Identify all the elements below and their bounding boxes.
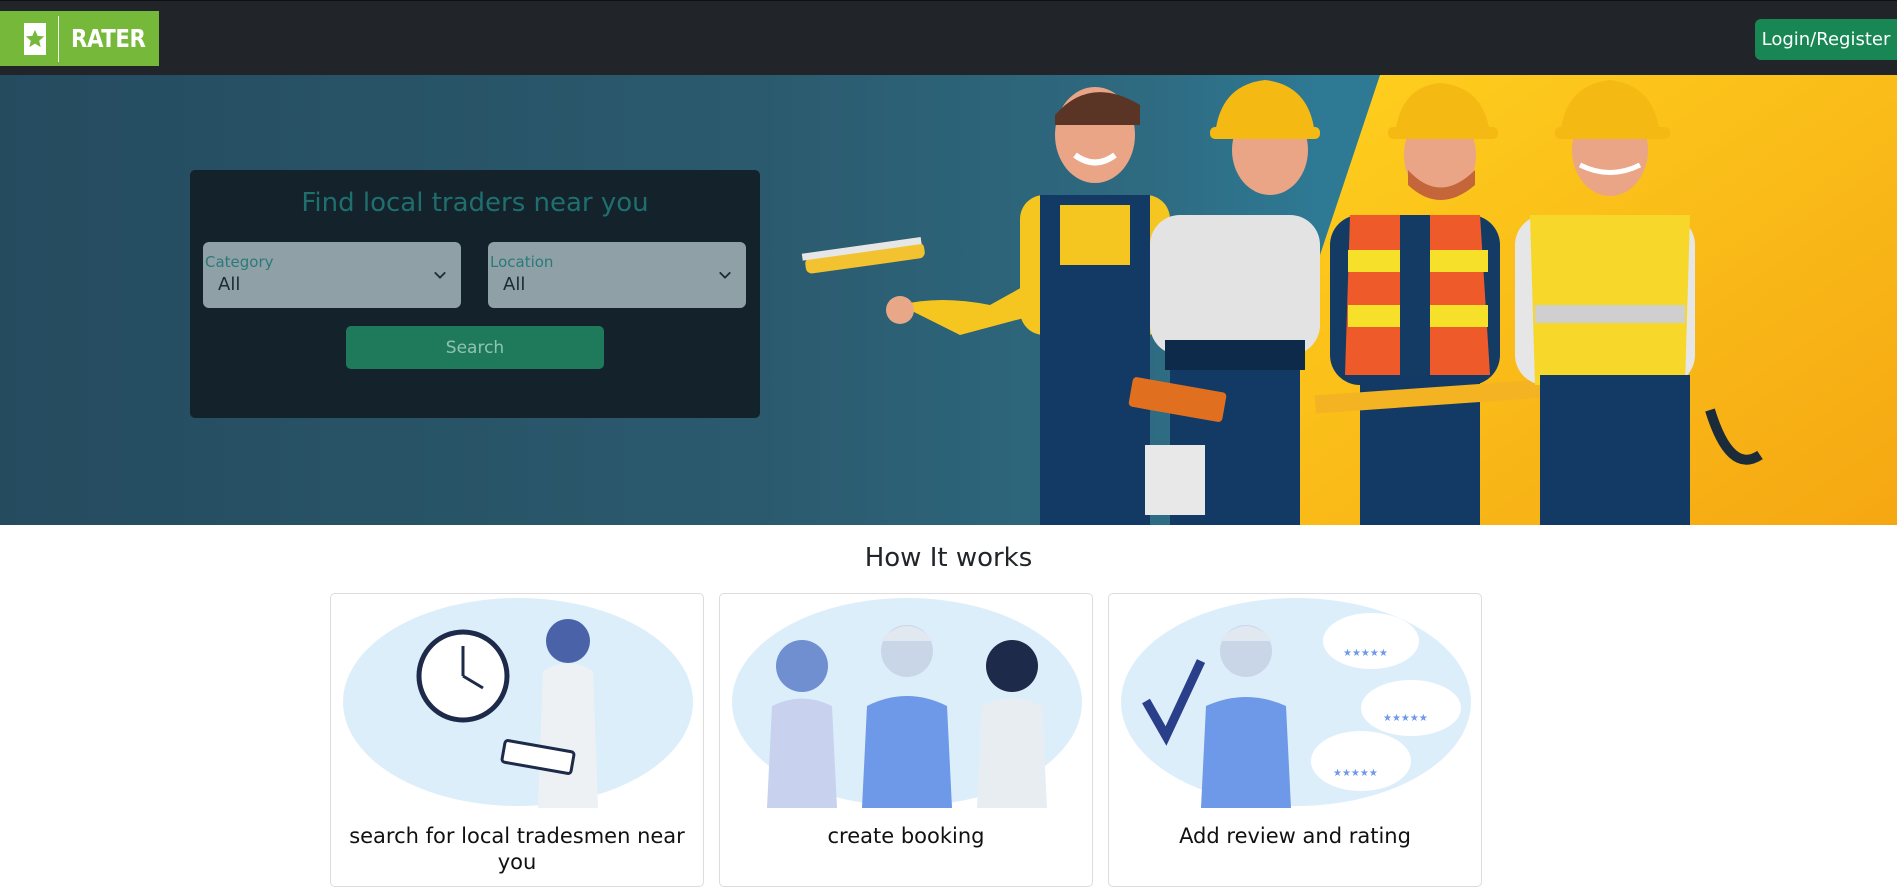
location-label: Location	[490, 253, 554, 271]
card-title: search for local tradesmen near you	[349, 824, 685, 874]
woman-with-clock-tablet-illustration	[343, 598, 693, 808]
chevron-down-icon	[719, 271, 731, 279]
hero-banner: Find local traders near you Category All…	[0, 75, 1897, 525]
login-register-button[interactable]: Login/Register	[1755, 19, 1897, 60]
search-panel-title: Find local traders near you	[301, 188, 649, 218]
how-card-review: ★★★★★ ★★★★★ ★★★★★ Add review and rating	[1108, 593, 1482, 887]
star-icon	[24, 22, 47, 55]
card-title: Add review and rating	[1179, 824, 1411, 848]
category-value: All	[218, 274, 241, 295]
chevron-down-icon	[434, 271, 446, 279]
svg-text:★★★★★: ★★★★★	[1383, 713, 1428, 724]
how-it-works-heading: How It works	[864, 543, 1033, 573]
navbar: RATER Login/Register	[0, 0, 1897, 76]
category-label: Category	[205, 253, 274, 271]
three-people-group-illustration	[732, 598, 1082, 808]
brand-name: RATER	[71, 24, 146, 53]
how-card-booking: create booking	[719, 593, 1093, 887]
location-value: All	[503, 274, 526, 295]
svg-text:★★★★★: ★★★★★	[1333, 768, 1378, 779]
card-title: create booking	[827, 824, 985, 848]
svg-text:★★★★★: ★★★★★	[1343, 648, 1388, 659]
search-panel: Find local traders near you Category All…	[190, 170, 760, 418]
how-card-search: search for local tradesmen near you	[330, 593, 704, 887]
worker-reviews-stars-illustration: ★★★★★ ★★★★★ ★★★★★	[1121, 598, 1471, 808]
search-button[interactable]: Search	[346, 326, 604, 369]
category-select[interactable]: Category All	[203, 242, 461, 308]
brand-divider	[58, 15, 60, 62]
location-select[interactable]: Location All	[488, 242, 746, 308]
brand-logo[interactable]: RATER	[0, 11, 159, 66]
